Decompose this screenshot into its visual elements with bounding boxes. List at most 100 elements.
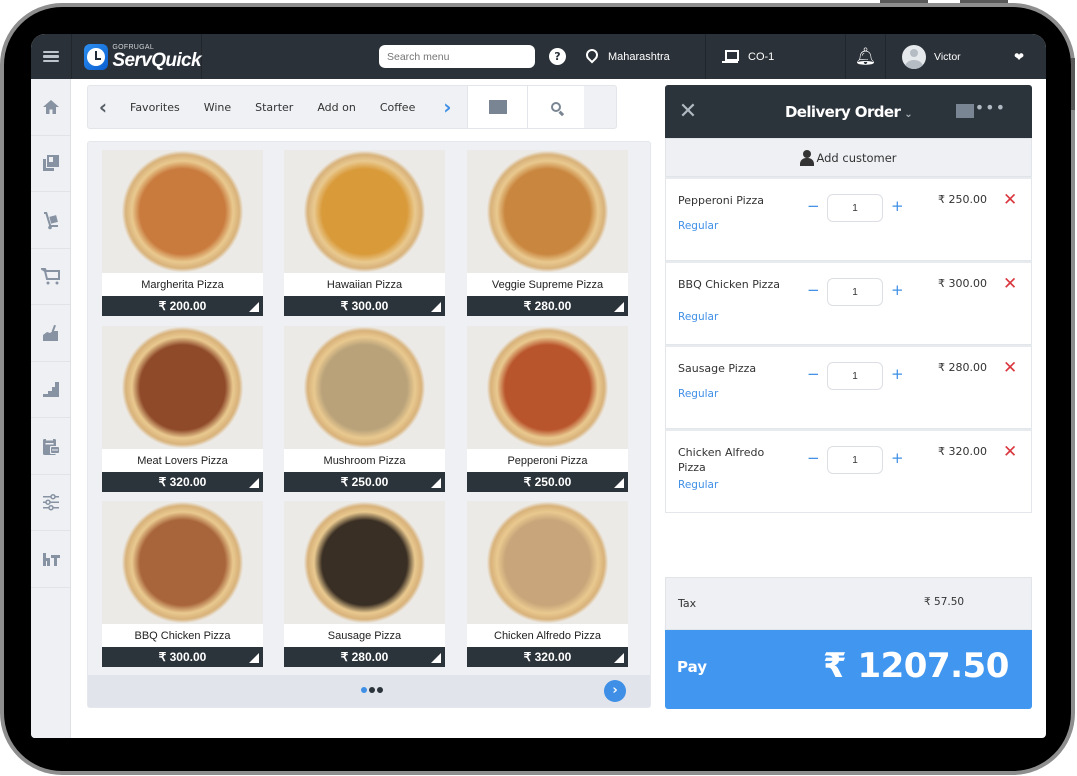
product-price-value: ₹ 320.00: [158, 475, 207, 489]
product-name: Veggie Supreme Pizza: [467, 273, 628, 296]
order-line-item: Chicken Alfredo Pizza Regular − + ₹ 320.00 ✕: [665, 429, 1032, 513]
product-card[interactable]: Margherita Pizza ₹ 200.00: [102, 150, 263, 319]
remove-item-button[interactable]: ✕: [1003, 442, 1017, 462]
order-line-item: Sausage Pizza Regular − + ₹ 280.00 ✕: [665, 345, 1032, 429]
notifications-button[interactable]: 🔔︎: [846, 34, 886, 79]
category-tab[interactable]: Favorites: [118, 101, 192, 114]
product-price: ₹ 250.00: [467, 472, 628, 492]
sidebar-item-settings[interactable]: [31, 475, 70, 531]
remove-item-button[interactable]: ✕: [1003, 190, 1017, 210]
increase-qty-button[interactable]: +: [891, 449, 904, 467]
remove-item-button[interactable]: ✕: [1003, 274, 1017, 294]
add-person-icon: [800, 149, 815, 166]
page-dot[interactable]: [369, 687, 375, 693]
product-card[interactable]: Pepperoni Pizza ₹ 250.00: [467, 326, 628, 495]
order-header: ✕ Delivery Order ⌄ •••: [665, 85, 1032, 138]
category-tab[interactable]: Coffee: [368, 101, 428, 114]
tax-label: Tax: [678, 597, 697, 610]
remove-item-button[interactable]: ✕: [1003, 358, 1017, 378]
sidebar-item-orders[interactable]: [31, 418, 70, 475]
fullscreen-button[interactable]: [467, 86, 528, 128]
item-variant-link[interactable]: Regular: [678, 220, 718, 232]
sidebar-item-hardware[interactable]: [31, 531, 70, 588]
category-prev-button[interactable]: ‹: [88, 95, 118, 119]
more-options-icon[interactable]: •••: [975, 98, 1006, 117]
close-icon: ✕: [1003, 274, 1018, 294]
help-icon[interactable]: ?: [549, 48, 566, 65]
decrease-qty-button[interactable]: −: [807, 449, 820, 467]
app-screen: GOFRUGAL ServQuick ? Maharashtra CO-1 🔔︎…: [31, 34, 1046, 738]
product-card[interactable]: Mushroom Pizza ₹ 250.00: [284, 326, 445, 495]
add-customer-label: Add customer: [816, 150, 897, 165]
catalog-icon: [42, 155, 59, 172]
product-card[interactable]: Chicken Alfredo Pizza ₹ 320.00: [467, 501, 628, 670]
quantity-input[interactable]: [827, 278, 883, 306]
item-variant-link[interactable]: Regular: [678, 388, 718, 400]
expand-icon: [488, 100, 507, 114]
next-page-button[interactable]: ›: [604, 680, 626, 702]
expand-icon[interactable]: [956, 104, 974, 118]
location-selector[interactable]: Maharashtra: [583, 34, 706, 79]
product-card[interactable]: Meat Lovers Pizza ₹ 320.00: [102, 326, 263, 495]
avatar: [902, 44, 926, 69]
product-name: Pepperoni Pizza: [467, 449, 628, 472]
product-card[interactable]: Veggie Supreme Pizza ₹ 280.00: [467, 150, 628, 319]
quantity-input[interactable]: [827, 446, 883, 474]
corner-triangle-icon: [614, 478, 624, 488]
increase-qty-button[interactable]: +: [891, 281, 904, 299]
sidebar-item-cart[interactable]: [31, 249, 70, 305]
pay-button[interactable]: Pay ₹ 1207.50: [665, 630, 1032, 709]
sidebar-item-inventory[interactable]: [31, 192, 70, 249]
sidebar-item-reports[interactable]: [31, 362, 70, 418]
pay-amount: ₹ 1207.50: [823, 646, 1009, 686]
decrease-qty-button[interactable]: −: [807, 365, 820, 383]
order-line-item: Pepperoni Pizza Regular − + ₹ 250.00 ✕: [665, 177, 1032, 261]
product-price-value: ₹ 280.00: [523, 299, 572, 313]
product-name: Hawaiian Pizza: [284, 273, 445, 296]
sidebar-item-catalog[interactable]: [31, 136, 70, 192]
category-next-button[interactable]: ›: [427, 95, 467, 119]
product-price: ₹ 300.00: [102, 647, 263, 667]
corner-triangle-icon: [431, 478, 441, 488]
page-dot[interactable]: [377, 687, 383, 693]
menu-button[interactable]: [31, 34, 72, 79]
trolley-icon: [43, 211, 58, 230]
quantity-input[interactable]: [827, 194, 883, 222]
user-menu[interactable]: Victor ❤︎: [886, 34, 1046, 79]
sidebar-item-home[interactable]: [31, 79, 70, 136]
decrease-qty-button[interactable]: −: [807, 281, 820, 299]
category-tab[interactable]: Starter: [243, 101, 305, 114]
chevron-left-icon: ‹: [98, 95, 108, 119]
product-price-value: ₹ 250.00: [340, 475, 389, 489]
decrease-qty-button[interactable]: −: [807, 197, 820, 215]
hardware-icon: [42, 552, 60, 566]
page-dot[interactable]: [361, 687, 367, 693]
search-button[interactable]: [527, 86, 585, 128]
category-tab[interactable]: Wine: [192, 101, 243, 114]
product-image: [467, 501, 628, 624]
increase-qty-button[interactable]: +: [891, 365, 904, 383]
device-top-button: [960, 0, 1008, 3]
clipboard-icon: [42, 437, 60, 455]
add-customer-button[interactable]: Add customer: [665, 138, 1032, 177]
counter-selector[interactable]: CO-1: [706, 34, 846, 79]
increase-qty-button[interactable]: +: [891, 197, 904, 215]
product-card[interactable]: Sausage Pizza ₹ 280.00: [284, 501, 445, 670]
product-price-value: ₹ 300.00: [340, 299, 389, 313]
item-variant-link[interactable]: Regular: [678, 311, 718, 323]
product-card[interactable]: Hawaiian Pizza ₹ 300.00: [284, 150, 445, 319]
clock-logo-icon: [84, 43, 109, 70]
product-price-value: ₹ 300.00: [158, 650, 207, 664]
settings-sliders-icon: [42, 494, 59, 511]
product-price: ₹ 280.00: [467, 296, 628, 316]
hamburger-icon: [43, 49, 59, 65]
category-tab[interactable]: Add on: [305, 101, 368, 114]
item-variant-link[interactable]: Regular: [678, 479, 718, 491]
product-card[interactable]: BBQ Chicken Pizza ₹ 300.00: [102, 501, 263, 670]
terminal-icon: [722, 49, 739, 64]
quantity-input[interactable]: [827, 362, 883, 390]
search-menu-input[interactable]: [379, 45, 535, 68]
page-indicator: [361, 687, 383, 693]
sidebar-item-kitchen[interactable]: [31, 305, 70, 362]
corner-triangle-icon: [614, 302, 624, 312]
